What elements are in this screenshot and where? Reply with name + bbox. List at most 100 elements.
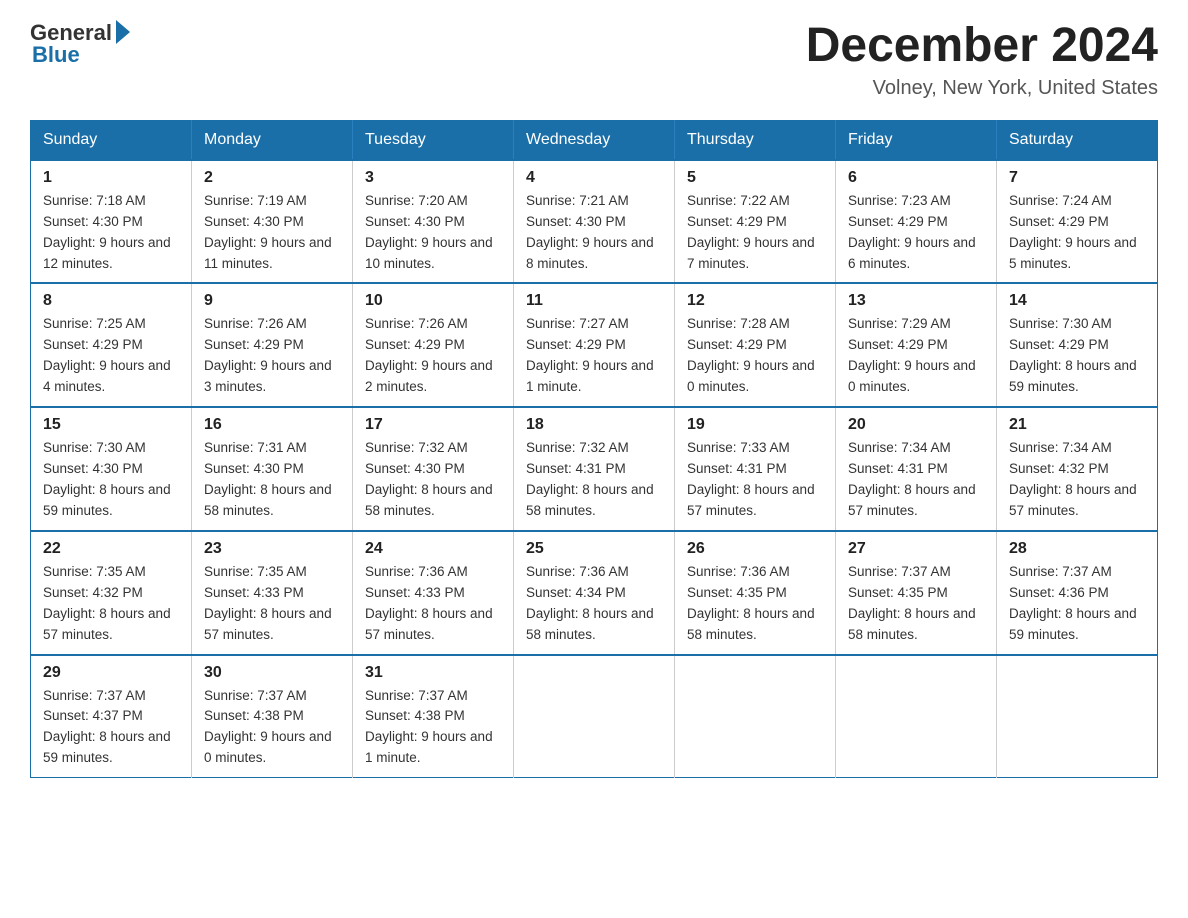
calendar-cell: 29Sunrise: 7:37 AMSunset: 4:37 PMDayligh… <box>31 655 192 778</box>
calendar-week-row: 29Sunrise: 7:37 AMSunset: 4:37 PMDayligh… <box>31 655 1158 778</box>
calendar-cell: 5 Sunrise: 7:22 AMSunset: 4:29 PMDaylight… <box>675 160 836 284</box>
day-number: 24 <box>365 540 501 558</box>
logo-arrow-icon <box>116 20 130 44</box>
day-info: Sunrise: 7:33 AMSunset: 4:31 PMDaylight:… <box>687 438 823 522</box>
day-number: 28 <box>1009 540 1145 558</box>
calendar-week-row: 22Sunrise: 7:35 AMSunset: 4:32 PMDayligh… <box>31 531 1158 655</box>
day-number: 27 <box>848 540 984 558</box>
weekday-header-wednesday: Wednesday <box>514 120 675 160</box>
day-info: Sunrise: 7:37 AMSunset: 4:38 PMDaylight:… <box>365 686 501 770</box>
day-number: 10 <box>365 292 501 310</box>
calendar-cell: 2 Sunrise: 7:19 AMSunset: 4:30 PMDaylight… <box>192 160 353 284</box>
day-info: Sunrise: 7:37 AMSunset: 4:37 PMDaylight:… <box>43 686 179 770</box>
logo: General Blue <box>30 20 130 68</box>
calendar-cell: 8Sunrise: 7:25 AMSunset: 4:29 PMDaylight… <box>31 283 192 407</box>
day-info: Sunrise: 7:18 AMSunset: 4:30 PMDaylight:… <box>43 191 179 275</box>
day-number: 1 <box>43 169 179 187</box>
day-info: Sunrise: 7:22 AMSunset: 4:29 PMDaylight:… <box>687 191 823 275</box>
day-number: 4 <box>526 169 662 187</box>
day-number: 25 <box>526 540 662 558</box>
day-number: 21 <box>1009 416 1145 434</box>
day-number: 16 <box>204 416 340 434</box>
day-info: Sunrise: 7:28 AMSunset: 4:29 PMDaylight:… <box>687 314 823 398</box>
calendar-week-row: 8Sunrise: 7:25 AMSunset: 4:29 PMDaylight… <box>31 283 1158 407</box>
calendar-cell: 23 Sunrise: 7:35 AMSunset: 4:33 PMDayligh… <box>192 531 353 655</box>
month-title: December 2024 <box>806 20 1158 73</box>
day-info: Sunrise: 7:20 AMSunset: 4:30 PMDaylight:… <box>365 191 501 275</box>
day-info: Sunrise: 7:36 AMSunset: 4:35 PMDaylight:… <box>687 562 823 646</box>
calendar-cell: 30Sunrise: 7:37 AMSunset: 4:38 PMDayligh… <box>192 655 353 778</box>
calendar-cell: 13 Sunrise: 7:29 AMSunset: 4:29 PMDayligh… <box>836 283 997 407</box>
day-info: Sunrise: 7:32 AMSunset: 4:30 PMDaylight:… <box>365 438 501 522</box>
calendar-cell: 6 Sunrise: 7:23 AMSunset: 4:29 PMDaylight… <box>836 160 997 284</box>
day-number: 23 <box>204 540 340 558</box>
calendar-cell <box>997 655 1158 778</box>
day-number: 17 <box>365 416 501 434</box>
day-number: 31 <box>365 664 501 682</box>
day-info: Sunrise: 7:34 AMSunset: 4:32 PMDaylight:… <box>1009 438 1145 522</box>
day-number: 26 <box>687 540 823 558</box>
calendar-cell: 27 Sunrise: 7:37 AMSunset: 4:35 PMDayligh… <box>836 531 997 655</box>
weekday-header-saturday: Saturday <box>997 120 1158 160</box>
day-number: 13 <box>848 292 984 310</box>
calendar-cell: 11Sunrise: 7:27 AMSunset: 4:29 PMDayligh… <box>514 283 675 407</box>
calendar-cell: 16 Sunrise: 7:31 AMSunset: 4:30 PMDayligh… <box>192 407 353 531</box>
day-info: Sunrise: 7:29 AMSunset: 4:29 PMDaylight:… <box>848 314 984 398</box>
day-number: 6 <box>848 169 984 187</box>
day-number: 7 <box>1009 169 1145 187</box>
title-section: December 2024 Volney, New York, United S… <box>806 20 1158 100</box>
calendar-cell: 21 Sunrise: 7:34 AMSunset: 4:32 PMDayligh… <box>997 407 1158 531</box>
day-info: Sunrise: 7:37 AMSunset: 4:35 PMDaylight:… <box>848 562 984 646</box>
location-text: Volney, New York, United States <box>806 77 1158 100</box>
calendar-cell: 18 Sunrise: 7:32 AMSunset: 4:31 PMDayligh… <box>514 407 675 531</box>
page-header: General Blue December 2024 Volney, New Y… <box>30 20 1158 100</box>
calendar-cell: 28Sunrise: 7:37 AMSunset: 4:36 PMDayligh… <box>997 531 1158 655</box>
day-info: Sunrise: 7:24 AMSunset: 4:29 PMDaylight:… <box>1009 191 1145 275</box>
day-info: Sunrise: 7:26 AMSunset: 4:29 PMDaylight:… <box>204 314 340 398</box>
day-info: Sunrise: 7:36 AMSunset: 4:34 PMDaylight:… <box>526 562 662 646</box>
day-number: 3 <box>365 169 501 187</box>
calendar-cell: 31 Sunrise: 7:37 AMSunset: 4:38 PMDayligh… <box>353 655 514 778</box>
calendar-cell: 3 Sunrise: 7:20 AMSunset: 4:30 PMDaylight… <box>353 160 514 284</box>
calendar-cell: 17 Sunrise: 7:32 AMSunset: 4:30 PMDayligh… <box>353 407 514 531</box>
day-info: Sunrise: 7:23 AMSunset: 4:29 PMDaylight:… <box>848 191 984 275</box>
day-info: Sunrise: 7:31 AMSunset: 4:30 PMDaylight:… <box>204 438 340 522</box>
day-number: 5 <box>687 169 823 187</box>
day-info: Sunrise: 7:35 AMSunset: 4:33 PMDaylight:… <box>204 562 340 646</box>
weekday-header-tuesday: Tuesday <box>353 120 514 160</box>
calendar-cell: 1 Sunrise: 7:18 AMSunset: 4:30 PMDaylight… <box>31 160 192 284</box>
calendar-cell <box>836 655 997 778</box>
calendar-cell: 19 Sunrise: 7:33 AMSunset: 4:31 PMDayligh… <box>675 407 836 531</box>
day-info: Sunrise: 7:37 AMSunset: 4:38 PMDaylight:… <box>204 686 340 770</box>
day-info: Sunrise: 7:19 AMSunset: 4:30 PMDaylight:… <box>204 191 340 275</box>
day-number: 9 <box>204 292 340 310</box>
day-info: Sunrise: 7:32 AMSunset: 4:31 PMDaylight:… <box>526 438 662 522</box>
day-number: 2 <box>204 169 340 187</box>
weekday-header-monday: Monday <box>192 120 353 160</box>
calendar-cell: 4Sunrise: 7:21 AMSunset: 4:30 PMDaylight… <box>514 160 675 284</box>
calendar-cell: 10 Sunrise: 7:26 AMSunset: 4:29 PMDayligh… <box>353 283 514 407</box>
day-number: 11 <box>526 292 662 310</box>
day-number: 19 <box>687 416 823 434</box>
day-info: Sunrise: 7:25 AMSunset: 4:29 PMDaylight:… <box>43 314 179 398</box>
day-info: Sunrise: 7:35 AMSunset: 4:32 PMDaylight:… <box>43 562 179 646</box>
calendar-cell: 24 Sunrise: 7:36 AMSunset: 4:33 PMDayligh… <box>353 531 514 655</box>
day-info: Sunrise: 7:36 AMSunset: 4:33 PMDaylight:… <box>365 562 501 646</box>
calendar-cell: 12Sunrise: 7:28 AMSunset: 4:29 PMDayligh… <box>675 283 836 407</box>
calendar-week-row: 15Sunrise: 7:30 AMSunset: 4:30 PMDayligh… <box>31 407 1158 531</box>
calendar-cell <box>675 655 836 778</box>
calendar-week-row: 1 Sunrise: 7:18 AMSunset: 4:30 PMDaylight… <box>31 160 1158 284</box>
calendar-cell: 25 Sunrise: 7:36 AMSunset: 4:34 PMDayligh… <box>514 531 675 655</box>
day-info: Sunrise: 7:34 AMSunset: 4:31 PMDaylight:… <box>848 438 984 522</box>
day-info: Sunrise: 7:26 AMSunset: 4:29 PMDaylight:… <box>365 314 501 398</box>
calendar-cell: 20Sunrise: 7:34 AMSunset: 4:31 PMDayligh… <box>836 407 997 531</box>
calendar-cell: 9 Sunrise: 7:26 AMSunset: 4:29 PMDaylight… <box>192 283 353 407</box>
weekday-header-row: SundayMondayTuesdayWednesdayThursdayFrid… <box>31 120 1158 160</box>
calendar-cell: 7 Sunrise: 7:24 AMSunset: 4:29 PMDaylight… <box>997 160 1158 284</box>
calendar-cell <box>514 655 675 778</box>
day-info: Sunrise: 7:30 AMSunset: 4:29 PMDaylight:… <box>1009 314 1145 398</box>
weekday-header-sunday: Sunday <box>31 120 192 160</box>
day-number: 18 <box>526 416 662 434</box>
day-number: 14 <box>1009 292 1145 310</box>
calendar-table: SundayMondayTuesdayWednesdayThursdayFrid… <box>30 120 1158 778</box>
